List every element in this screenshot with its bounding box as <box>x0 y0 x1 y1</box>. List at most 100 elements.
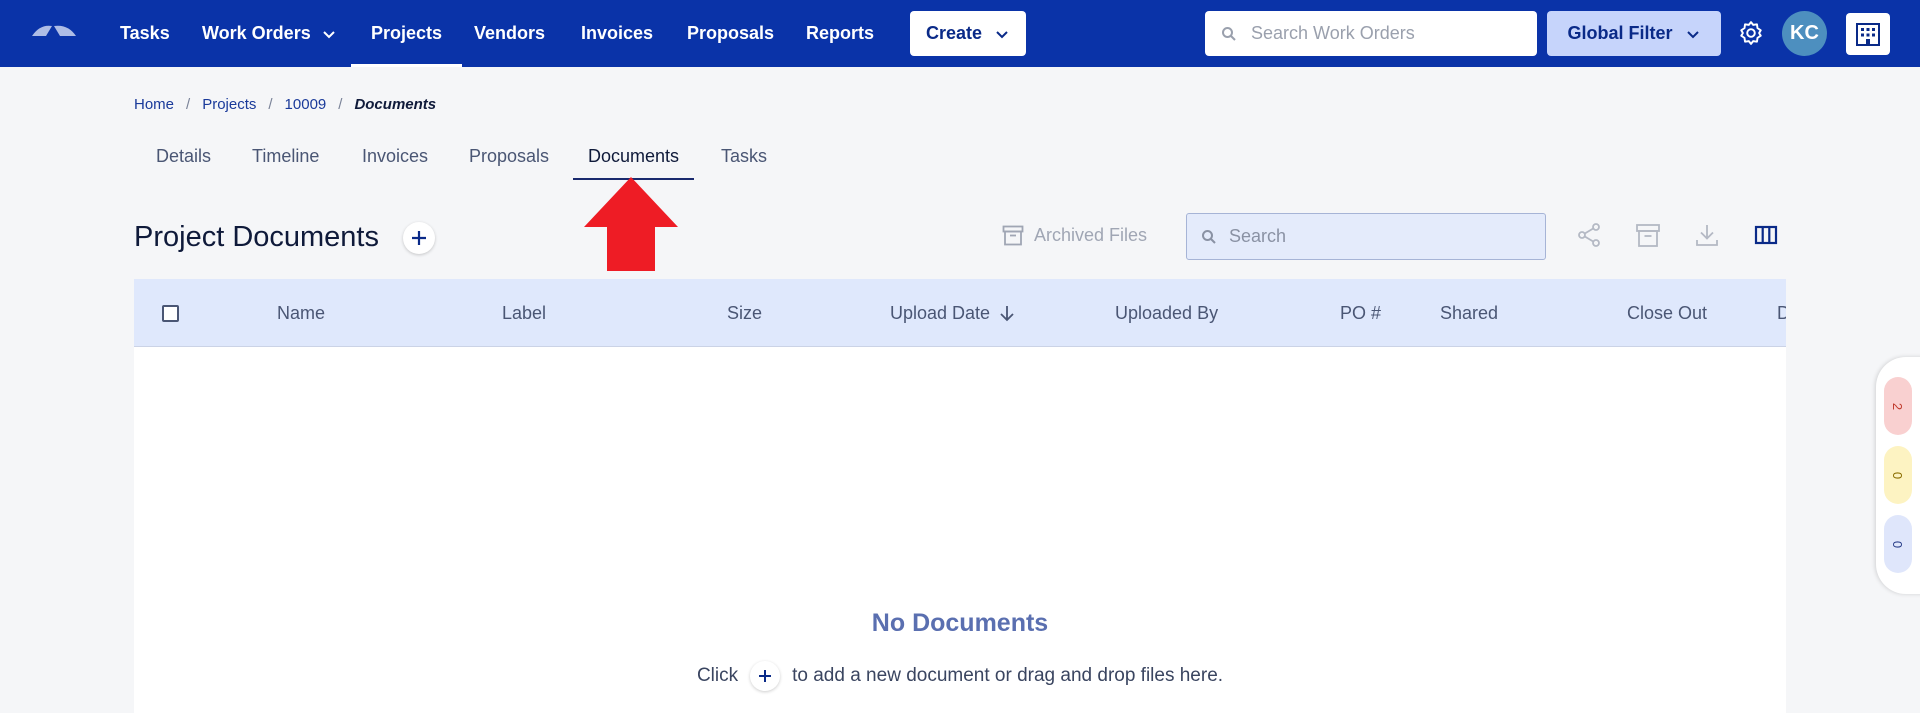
top-navbar: Tasks Work Orders Projects Vendors Invoi… <box>0 0 1920 67</box>
nav-invoices[interactable]: Invoices <box>581 0 653 67</box>
nav-proposals-label: Proposals <box>687 23 775 43</box>
badge-red[interactable]: 2 <box>1884 377 1912 435</box>
nav-projects[interactable]: Projects <box>350 0 463 67</box>
column-header-truncated[interactable]: D <box>1777 279 1786 346</box>
column-po-label: PO # <box>1340 302 1382 323</box>
tab-tasks[interactable]: Tasks <box>721 138 767 174</box>
chevron-down-icon <box>996 30 1008 38</box>
download-icon[interactable] <box>1694 222 1720 248</box>
column-close-out-label: Close Out <box>1627 302 1708 323</box>
column-header-uploaded-by[interactable]: Uploaded By <box>1115 279 1219 346</box>
avatar[interactable]: KC <box>1782 11 1827 56</box>
building-icon <box>1856 23 1880 46</box>
column-shared-label: Shared <box>1440 302 1499 323</box>
breadcrumb-separator: / <box>186 96 191 113</box>
nav-proposals[interactable]: Proposals <box>687 0 774 67</box>
nav-reports[interactable]: Reports <box>806 0 874 67</box>
nav-work-orders-label: Work Orders <box>202 23 311 43</box>
side-badge-panel: 2 0 0 <box>1876 357 1920 594</box>
sort-down-icon <box>1000 306 1014 322</box>
avatar-initials: KC <box>1790 22 1819 44</box>
archived-files-button[interactable]: Archived Files <box>1002 224 1147 246</box>
add-document-button[interactable] <box>403 222 435 254</box>
tab-invoices-label: Invoices <box>362 145 429 166</box>
column-header-close-out[interactable]: Close Out <box>1627 279 1708 346</box>
create-button[interactable]: Create <box>910 11 1026 56</box>
search-icon <box>1202 229 1216 244</box>
archive-icon[interactable] <box>1635 222 1661 248</box>
column-header-shared[interactable]: Shared <box>1440 279 1499 346</box>
breadcrumb-current: Documents <box>354 96 437 113</box>
breadcrumb-home[interactable]: Home <box>134 96 174 113</box>
archived-files-label: Archived Files <box>1034 224 1148 245</box>
badge-blue[interactable]: 0 <box>1884 515 1912 573</box>
columns-icon[interactable] <box>1753 222 1779 248</box>
badge-red-count: 2 <box>1890 402 1906 410</box>
breadcrumb: Home / Projects / 10009 / Documents <box>134 96 436 113</box>
badge-yellow-count: 0 <box>1890 471 1906 479</box>
work-order-search[interactable] <box>1205 11 1537 56</box>
red-arrow-annotation <box>584 177 678 271</box>
column-header-size[interactable]: Size <box>727 279 763 346</box>
plus-icon <box>412 231 426 245</box>
column-header-label[interactable]: Label <box>502 279 547 346</box>
document-search-input[interactable] <box>1229 226 1529 247</box>
work-order-search-input[interactable] <box>1251 23 1531 44</box>
nav-invoices-label: Invoices <box>581 23 654 43</box>
empty-msg-after: to add a new document or drag and drop f… <box>792 665 1224 686</box>
share-icon[interactable] <box>1576 222 1602 248</box>
gear-icon[interactable] <box>1738 20 1764 46</box>
nav-projects-label: Projects <box>371 23 443 43</box>
global-filter-label: Global Filter <box>1567 23 1673 43</box>
nav-tasks-label: Tasks <box>120 23 170 43</box>
select-all-checkbox[interactable] <box>162 305 179 322</box>
nav-reports-label: Reports <box>806 23 875 43</box>
empty-state-message: Click to add a new document or drag and … <box>134 661 1786 691</box>
empty-msg-before: Click <box>696 665 739 686</box>
search-icon <box>1222 26 1236 41</box>
tab-details[interactable]: Details <box>156 138 211 174</box>
document-search[interactable] <box>1186 213 1546 260</box>
badge-yellow[interactable]: 0 <box>1884 446 1912 504</box>
column-label-label: Label <box>502 302 547 323</box>
create-button-label: Create <box>925 23 983 43</box>
logo-icon[interactable] <box>30 22 78 42</box>
column-name-label: Name <box>277 302 326 323</box>
table-header: Name Label Size Upload Date Uploaded By … <box>134 279 1786 347</box>
column-truncated-label: D <box>1777 303 1786 324</box>
tab-documents-label: Documents <box>587 145 680 166</box>
column-header-upload-date[interactable]: Upload Date <box>890 279 1016 346</box>
column-size-label: Size <box>727 302 763 323</box>
nav-vendors[interactable]: Vendors <box>474 0 545 67</box>
column-upload-date-label: Upload Date <box>890 302 991 323</box>
inline-add-button[interactable] <box>750 661 781 691</box>
tab-proposals-label: Proposals <box>469 145 550 166</box>
column-header-name[interactable]: Name <box>277 279 326 346</box>
tab-invoices[interactable]: Invoices <box>362 138 428 174</box>
breadcrumb-projects[interactable]: Projects <box>202 96 256 113</box>
tab-timeline-label: Timeline <box>252 145 320 166</box>
tab-timeline[interactable]: Timeline <box>252 138 319 174</box>
plus-icon <box>759 670 772 682</box>
breadcrumb-separator: / <box>268 96 273 113</box>
building-button[interactable] <box>1846 13 1890 55</box>
nav-work-orders[interactable]: Work Orders <box>202 0 337 67</box>
nav-vendors-label: Vendors <box>474 23 546 43</box>
badge-blue-count: 0 <box>1890 540 1906 548</box>
column-header-po[interactable]: PO # <box>1340 279 1382 346</box>
tab-proposals[interactable]: Proposals <box>469 138 549 174</box>
breadcrumb-project-id[interactable]: 10009 <box>285 96 327 113</box>
page-title: Project Documents <box>134 221 379 253</box>
tab-documents[interactable]: Documents <box>573 138 694 180</box>
archive-icon <box>1002 225 1024 246</box>
documents-table: Name Label Size Upload Date Uploaded By … <box>134 279 1786 713</box>
empty-state-title: No Documents <box>871 609 1049 637</box>
chevron-down-icon <box>322 30 335 38</box>
tab-details-label: Details <box>156 145 212 166</box>
breadcrumb-separator: / <box>338 96 343 113</box>
tab-tasks-label: Tasks <box>721 145 768 166</box>
global-filter-button[interactable]: Global Filter <box>1547 11 1721 56</box>
chevron-down-icon <box>1686 30 1699 38</box>
nav-tasks[interactable]: Tasks <box>120 0 170 67</box>
column-uploaded-by-label: Uploaded By <box>1115 302 1219 323</box>
